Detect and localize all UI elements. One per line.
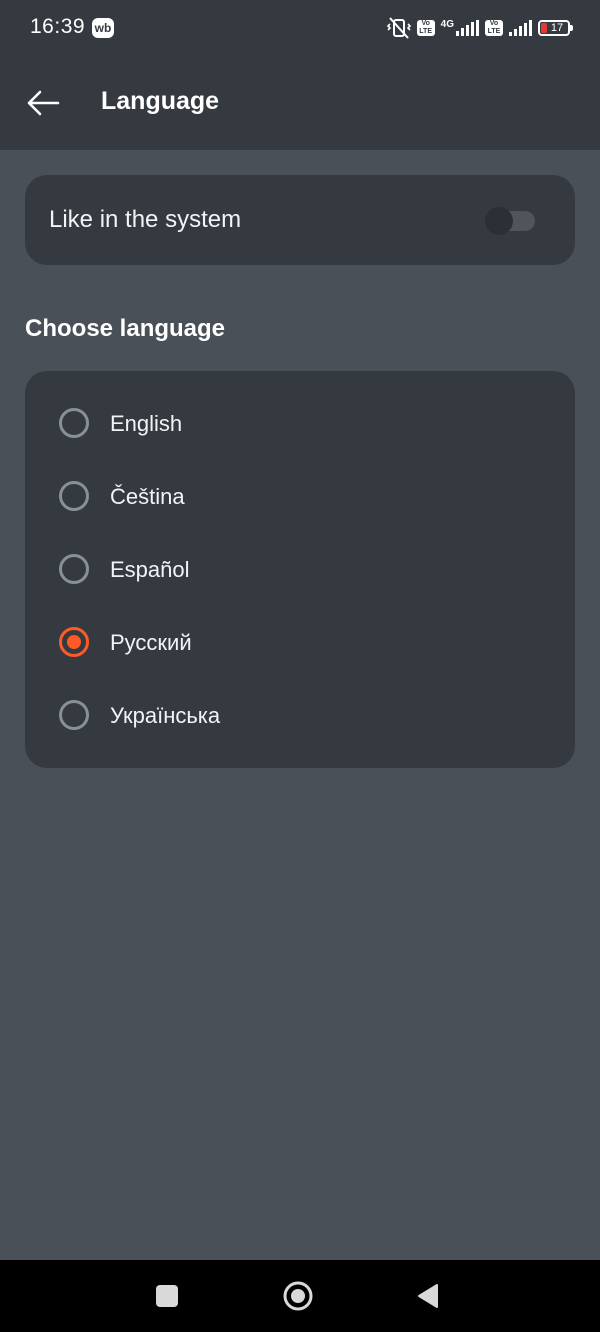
home-button[interactable] <box>278 1276 318 1316</box>
network-type: 4G <box>440 18 454 30</box>
recents-button[interactable] <box>147 1276 187 1316</box>
battery-level: 17 <box>550 22 564 34</box>
circle-icon <box>283 1281 313 1311</box>
vibrate-off-icon <box>386 17 411 39</box>
system-language-card: Like in the system <box>25 175 575 265</box>
language-label: Русский <box>110 630 192 655</box>
choose-language-heading: Choose language <box>25 315 226 342</box>
battery-icon: 17 <box>538 20 573 36</box>
arrow-left-icon <box>27 90 60 116</box>
language-option-spanish[interactable]: Español <box>25 533 575 605</box>
radio-button[interactable] <box>59 554 89 584</box>
status-time: 16:39 <box>30 15 86 38</box>
language-label: Українська <box>110 703 221 728</box>
language-options-card: English Čeština Español Русский Українсь… <box>25 371 575 768</box>
system-navigation-bar <box>0 1260 600 1332</box>
system-language-toggle[interactable] <box>485 207 537 235</box>
system-language-label: Like in the system <box>49 206 242 233</box>
language-option-czech[interactable]: Čeština <box>25 460 575 532</box>
volte-icon: Vo LTE <box>416 20 435 36</box>
radio-button[interactable] <box>59 481 89 511</box>
status-bar: 16:39 wb Vo LTE 4G Vo LTE 17 <box>0 0 600 56</box>
language-label: English <box>110 411 183 436</box>
app-notification-badge: wb <box>92 18 114 38</box>
language-option-ukrainian[interactable]: Українська <box>25 679 575 751</box>
page-title: Language <box>101 87 220 115</box>
triangle-icon <box>418 1284 438 1308</box>
language-label: Español <box>110 557 190 582</box>
signal-strength-icon <box>456 20 479 36</box>
back-button[interactable] <box>18 78 68 128</box>
square-icon <box>156 1285 178 1307</box>
language-label: Čeština <box>110 484 185 509</box>
toolbar: Language <box>0 56 600 150</box>
radio-button-selected[interactable] <box>59 627 89 657</box>
language-option-russian[interactable]: Русский <box>25 606 575 678</box>
language-option-english[interactable]: English <box>25 387 575 459</box>
nav-back-button[interactable] <box>408 1276 448 1316</box>
toggle-thumb <box>485 207 513 235</box>
status-icons: Vo LTE 4G Vo LTE 17 <box>386 16 573 40</box>
radio-button[interactable] <box>59 700 89 730</box>
radio-button[interactable] <box>59 408 89 438</box>
signal-strength-icon-2 <box>509 20 532 36</box>
volte-icon-2: Vo LTE <box>485 20 503 36</box>
